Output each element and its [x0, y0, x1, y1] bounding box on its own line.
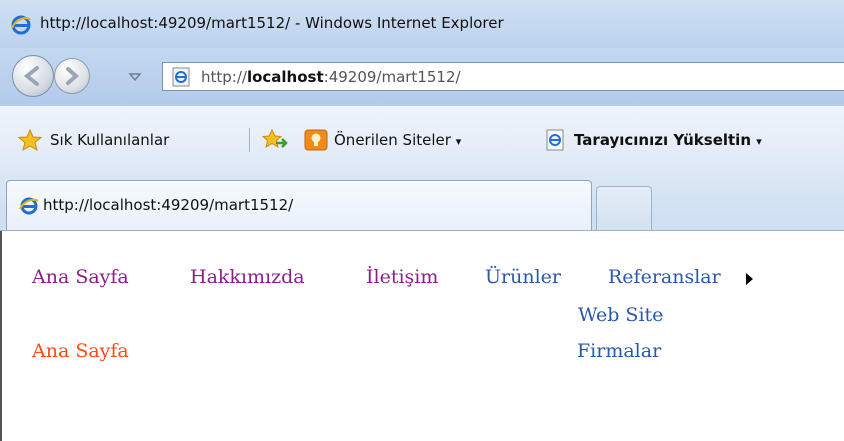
suggested-sites-icon	[304, 129, 328, 151]
address-bar[interactable]: http://localhost:49209/mart1512/	[162, 62, 844, 91]
window-title: http://localhost:49209/mart1512/ - Windo…	[40, 14, 504, 32]
page-icon	[546, 129, 564, 151]
ie-logo-icon	[19, 197, 39, 215]
chevron-down-icon: ▾	[756, 135, 762, 148]
page-content: Ana Sayfa Hakkımızda İletişim Ürünler Re…	[0, 231, 844, 441]
menu-item-iletisim[interactable]: İletişim	[366, 266, 438, 288]
ie-logo-icon	[11, 15, 31, 35]
new-tab-button[interactable]	[596, 186, 652, 230]
menu-item-referanslar[interactable]: Referanslar	[608, 266, 721, 288]
back-button[interactable]	[12, 55, 54, 97]
url-rest: :49209/mart1512/	[323, 68, 461, 86]
menu-item-urunler[interactable]: Ürünler	[485, 266, 561, 288]
navigation-bar: http://localhost:49209/mart1512/	[0, 48, 844, 106]
address-url[interactable]: http://localhost:49209/mart1512/	[201, 68, 461, 86]
dropdown-arrow-icon[interactable]	[128, 72, 142, 82]
current-page-label: Ana Sayfa	[32, 340, 129, 362]
upgrade-label: Tarayıcınızı Yükseltin ▾	[574, 131, 762, 149]
back-arrow-icon	[23, 66, 39, 86]
tab-title: http://localhost:49209/mart1512/	[43, 196, 294, 214]
forward-button[interactable]	[54, 58, 90, 94]
star-icon	[18, 129, 42, 151]
submenu-item-web-site[interactable]: Web Site	[578, 304, 663, 326]
upgrade-text: Tarayıcınızı Yükseltin	[574, 131, 752, 149]
title-bar: http://localhost:49209/mart1512/ - Windo…	[0, 0, 844, 48]
menu-item-ana-sayfa[interactable]: Ana Sayfa	[32, 266, 129, 288]
add-to-favorites-button[interactable]	[262, 129, 290, 151]
submenu-item-firmalar[interactable]: Firmalar	[577, 340, 661, 362]
favorites-button[interactable]: Sık Kullanılanlar	[18, 129, 248, 151]
chevron-down-icon: ▾	[455, 135, 462, 148]
suggested-sites-label: Önerilen Siteler ▾	[334, 131, 461, 149]
url-host: localhost	[246, 68, 324, 86]
page-icon	[172, 67, 190, 87]
add-favorite-icon	[262, 129, 288, 149]
suggested-sites-text: Önerilen Siteler	[334, 131, 451, 149]
active-tab[interactable]: http://localhost:49209/mart1512/	[6, 180, 592, 230]
favorites-label: Sık Kullanılanlar	[50, 131, 170, 149]
upgrade-browser-button[interactable]: Tarayıcınızı Yükseltin ▾	[544, 129, 844, 151]
tab-bar: http://localhost:49209/mart1512/	[0, 172, 844, 231]
browser-window: http://localhost:49209/mart1512/ - Windo…	[0, 0, 844, 441]
favorites-bar: Sık Kullanılanlar Önerilen Siteler ▾ Tar…	[0, 106, 844, 172]
toolbar-separator	[249, 128, 250, 152]
forward-arrow-icon	[66, 67, 80, 85]
suggested-sites-button[interactable]: Önerilen Siteler ▾	[304, 129, 524, 151]
url-prefix: http://	[201, 68, 247, 86]
submenu-arrow-icon	[746, 273, 753, 285]
menu-item-hakkimizda[interactable]: Hakkımızda	[190, 266, 305, 288]
